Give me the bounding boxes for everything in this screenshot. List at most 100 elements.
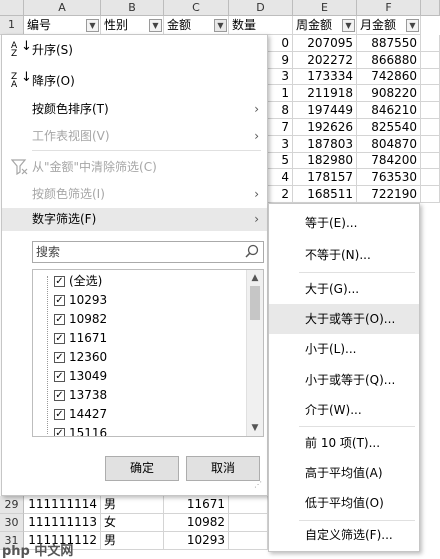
cell-quantity[interactable]: [229, 514, 268, 532]
checkbox[interactable]: ✓: [54, 295, 65, 306]
cell-monthly[interactable]: 722190: [357, 186, 421, 203]
ok-button[interactable]: 确定: [105, 456, 179, 481]
search-input[interactable]: 搜索: [32, 241, 264, 263]
cancel-button[interactable]: 取消: [186, 456, 260, 481]
filter-dropdown-button-weekly[interactable]: ▼: [342, 19, 355, 32]
col-header-b[interactable]: B: [101, 0, 164, 16]
checkbox[interactable]: ✓: [54, 390, 65, 401]
cell-monthly[interactable]: 742860: [357, 69, 421, 85]
sort-ascending-item[interactable]: A Z ↓ 升序(S): [2, 39, 267, 62]
cell-gender[interactable]: 男: [101, 496, 164, 514]
filter-less-or-equal-item[interactable]: 小于或等于(Q)...: [269, 365, 419, 395]
filter-dropdown-button-id[interactable]: ▼: [86, 19, 99, 32]
cell-quantity[interactable]: 2: [268, 186, 293, 203]
number-filters-item[interactable]: 数字筛选(F) ›: [2, 208, 267, 231]
cell-monthly[interactable]: 846210: [357, 102, 421, 119]
checkbox[interactable]: ✓: [54, 409, 65, 420]
cell-amount[interactable]: 11671: [164, 496, 229, 514]
filter-not-equals-item[interactable]: 不等于(N)...: [269, 240, 419, 270]
cell-empty[interactable]: [421, 119, 440, 136]
cell-empty[interactable]: [421, 69, 440, 85]
scroll-down-icon[interactable]: ▼: [250, 421, 260, 435]
cell-quantity[interactable]: 3: [268, 69, 293, 85]
cell-monthly[interactable]: 825540: [357, 119, 421, 136]
filter-dropdown-button-gender[interactable]: ▼: [149, 19, 162, 32]
cell-weekly[interactable]: 207095: [293, 35, 357, 52]
cell-quantity[interactable]: 1: [268, 85, 293, 102]
cell-empty[interactable]: [421, 85, 440, 102]
list-scrollbar[interactable]: ▲ ▼: [246, 270, 263, 436]
cell-monthly[interactable]: 784200: [357, 153, 421, 169]
row-header[interactable]: 30: [0, 514, 24, 532]
checkbox[interactable]: ✓: [54, 428, 65, 436]
col-header-a[interactable]: A: [24, 0, 101, 16]
filter-equals-item[interactable]: 等于(E)...: [269, 208, 419, 238]
cell-empty[interactable]: [421, 153, 440, 169]
filter-greater-than-item[interactable]: 大于(G)...: [269, 274, 419, 304]
cell-weekly[interactable]: 192626: [293, 119, 357, 136]
cell-weekly[interactable]: 173334: [293, 69, 357, 85]
cell-weekly[interactable]: 168511: [293, 186, 357, 203]
filter-above-average-item[interactable]: 高于平均值(A): [269, 458, 419, 488]
cell-weekly[interactable]: 187803: [293, 136, 357, 153]
cell-quantity[interactable]: 9: [268, 52, 293, 69]
cell-gender[interactable]: 男: [101, 532, 164, 550]
checkbox[interactable]: ✓: [54, 333, 65, 344]
checkbox[interactable]: ✓: [54, 276, 65, 287]
filter-dropdown-button-monthly[interactable]: ▼: [406, 19, 419, 32]
col-header-f[interactable]: F: [357, 0, 421, 16]
sort-by-color-item[interactable]: 按颜色排序(T) ›: [2, 98, 267, 121]
cell-quantity[interactable]: 5: [268, 153, 293, 169]
row-header[interactable]: 29: [0, 496, 24, 514]
filter-dropdown-button-amount[interactable]: ▼: [214, 19, 227, 32]
filter-greater-or-equal-item[interactable]: 大于或等于(O)...: [269, 304, 419, 334]
cell-quantity[interactable]: 3: [268, 136, 293, 153]
checkbox[interactable]: ✓: [54, 314, 65, 325]
col-header-g[interactable]: [421, 0, 440, 16]
cell-weekly[interactable]: 211918: [293, 85, 357, 102]
col-header-c[interactable]: C: [164, 0, 229, 16]
filter-value-list[interactable]: ✓ (全选) ✓ 10293 ✓ 10982 ✓ 11671 ✓ 12360 ✓…: [32, 269, 264, 437]
filter-between-item[interactable]: 介于(W)...: [269, 395, 419, 425]
cell-quantity[interactable]: 4: [268, 169, 293, 186]
filter-below-average-item[interactable]: 低于平均值(O): [269, 488, 419, 518]
cell-id[interactable]: 111111114: [24, 496, 101, 514]
filter-less-than-item[interactable]: 小于(L)...: [269, 334, 419, 364]
sort-descending-item[interactable]: Z A ↓ 降序(O): [2, 70, 267, 93]
filter-top10-item[interactable]: 前 10 项(T)...: [269, 428, 419, 458]
scroll-up-icon[interactable]: ▲: [250, 271, 260, 285]
resize-grip-icon[interactable]: ⋰: [254, 481, 264, 492]
cell-weekly[interactable]: 182980: [293, 153, 357, 169]
cell-monthly[interactable]: 908220: [357, 85, 421, 102]
cell-quantity[interactable]: 7: [268, 119, 293, 136]
cell-empty[interactable]: [421, 136, 440, 153]
header-cell-quantity[interactable]: 数量: [229, 16, 293, 35]
cell-monthly[interactable]: 763530: [357, 169, 421, 186]
cell-weekly[interactable]: 197449: [293, 102, 357, 119]
cell-id[interactable]: 111111113: [24, 514, 101, 532]
select-all-corner[interactable]: [0, 0, 24, 16]
cell-empty[interactable]: [421, 186, 440, 203]
checkbox[interactable]: ✓: [54, 371, 65, 382]
cell-amount[interactable]: 10293: [164, 532, 229, 550]
scrollbar-thumb[interactable]: [250, 286, 260, 320]
custom-filter-item[interactable]: 自定义筛选(F)...: [269, 520, 419, 550]
col-header-d[interactable]: D: [229, 0, 293, 16]
cell-empty[interactable]: [421, 52, 440, 69]
cell-gender[interactable]: 女: [101, 514, 164, 532]
cell-amount[interactable]: 10982: [164, 514, 229, 532]
cell-quantity[interactable]: [229, 496, 268, 514]
row-header-1[interactable]: 1: [0, 16, 24, 35]
cell-empty[interactable]: [421, 169, 440, 186]
checkbox[interactable]: ✓: [54, 352, 65, 363]
col-header-e[interactable]: E: [293, 0, 357, 16]
cell-weekly[interactable]: 178157: [293, 169, 357, 186]
cell-empty[interactable]: [421, 102, 440, 119]
cell-empty[interactable]: [421, 35, 440, 52]
cell-weekly[interactable]: 202272: [293, 52, 357, 69]
cell-monthly[interactable]: 887550: [357, 35, 421, 52]
cell-monthly[interactable]: 866880: [357, 52, 421, 69]
cell-quantity[interactable]: 8: [268, 102, 293, 119]
cell-quantity[interactable]: 0: [268, 35, 293, 52]
cell-monthly[interactable]: 804870: [357, 136, 421, 153]
